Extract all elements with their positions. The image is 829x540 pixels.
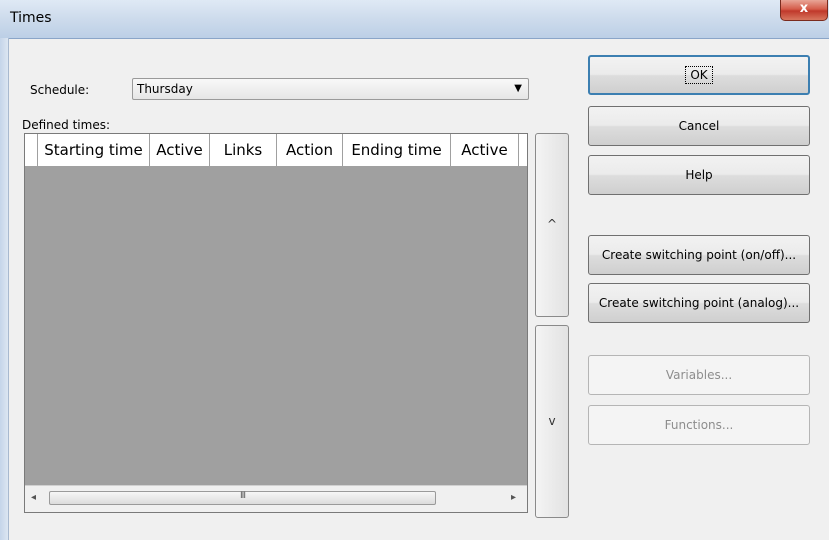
- column-header-active-end[interactable]: Active: [451, 134, 519, 166]
- create-switching-point-onoff-button[interactable]: Create switching point (on/off)...: [588, 235, 810, 275]
- schedule-label: Schedule:: [30, 83, 90, 97]
- scroll-right-arrow-icon[interactable]: ▸: [511, 492, 516, 503]
- close-icon: x: [799, 1, 809, 16]
- column-header-active[interactable]: Active: [150, 134, 210, 166]
- grip-icon: III: [240, 491, 246, 501]
- window-title: Times: [10, 10, 52, 26]
- chevron-down-icon: v: [548, 413, 556, 428]
- variables-button[interactable]: Variables...: [588, 355, 810, 395]
- ok-button[interactable]: OK: [588, 55, 810, 95]
- defined-times-table[interactable]: Starting time Active Links Action Ending…: [24, 133, 528, 513]
- schedule-dropdown[interactable]: Thursday ▼: [132, 78, 529, 100]
- column-header-ending-time[interactable]: Ending time: [343, 134, 451, 166]
- column-header-starting-time[interactable]: Starting time: [38, 134, 150, 166]
- horizontal-scrollbar[interactable]: ◂ III ▸: [25, 485, 527, 512]
- ok-label: OK: [685, 66, 713, 84]
- close-button[interactable]: x: [780, 0, 828, 21]
- cancel-button[interactable]: Cancel: [588, 106, 810, 146]
- functions-button[interactable]: Functions...: [588, 405, 810, 445]
- move-up-button[interactable]: ^: [535, 133, 569, 317]
- schedule-value: Thursday: [137, 82, 193, 96]
- chevron-down-icon: ▼: [514, 83, 522, 94]
- scroll-left-arrow-icon[interactable]: ◂: [31, 492, 36, 503]
- move-down-button[interactable]: v: [535, 325, 569, 518]
- row-selector-header: [25, 134, 38, 166]
- create-switching-point-analog-button[interactable]: Create switching point (analog)...: [588, 283, 810, 323]
- window-frame-left: [0, 38, 9, 540]
- title-bar: Times x: [0, 0, 829, 39]
- column-header-links[interactable]: Links: [210, 134, 277, 166]
- column-header-action[interactable]: Action: [277, 134, 343, 166]
- scrollbar-thumb[interactable]: III: [49, 491, 436, 505]
- help-button[interactable]: Help: [588, 155, 810, 195]
- table-header: Starting time Active Links Action Ending…: [25, 134, 527, 167]
- defined-times-label: Defined times:: [22, 118, 111, 132]
- chevron-up-icon: ^: [546, 217, 558, 231]
